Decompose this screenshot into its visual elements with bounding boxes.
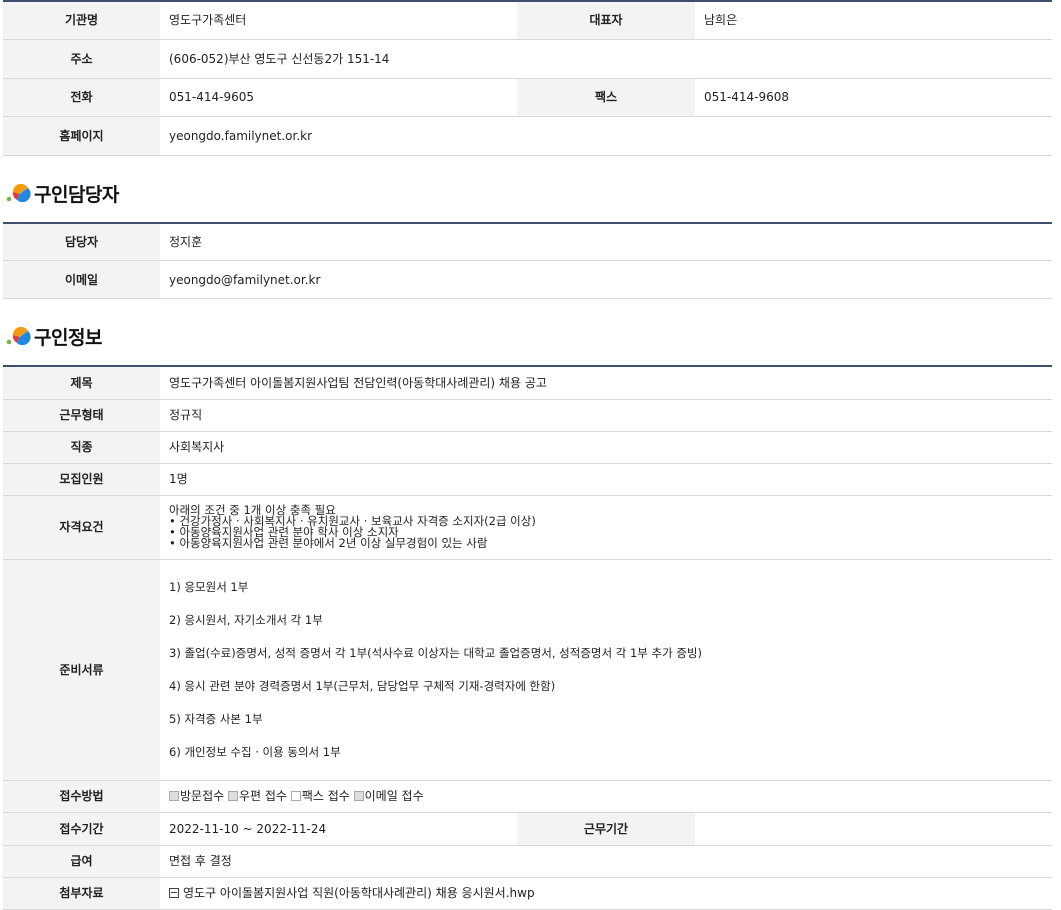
org-name-value: 영도구가족센터 xyxy=(160,1,517,40)
apply-period-value: 2022-11-10 ~ 2022-11-24 xyxy=(160,812,517,846)
email-value: yeongdo@familynet.or.kr xyxy=(160,260,1052,299)
phone-value: 051-414-9605 xyxy=(160,78,517,117)
documents-line: 5) 자격증 사본 1부 xyxy=(169,711,263,726)
documents-line: 6) 개인정보 수집 · 이용 동의서 1부 xyxy=(169,744,341,759)
documents-line: 4) 응시 관련 분야 경력증명서 1부(근무처, 담당업무 구체적 기재-경력… xyxy=(169,678,556,693)
documents-line: 2) 응시원서, 자기소개서 각 1부 xyxy=(169,612,323,627)
contact-table: 담당자 정지훈 이메일 yeongdo@familynet.or.kr xyxy=(3,221,1052,299)
section-contact: 구인담당자 xyxy=(0,156,1061,222)
recruit-count-label: 모집인원 xyxy=(3,463,160,496)
subject-label: 제목 xyxy=(3,366,160,400)
work-type-value: 정규직 xyxy=(160,399,1052,432)
work-period-label: 근무기간 xyxy=(517,812,695,846)
checkbox-checked-icon xyxy=(353,790,364,801)
recruit-count-value: 1명 xyxy=(160,463,1052,496)
qualification-line: • 아동양육지원사업 관련 분야에서 2년 이상 실무경험이 있는 사람 xyxy=(169,536,488,550)
org-name-label: 기관명 xyxy=(3,1,160,40)
documents-line: 1) 응모원서 1부 xyxy=(169,579,249,594)
work-type-label: 근무형태 xyxy=(3,399,160,432)
section-bullet-icon xyxy=(6,326,31,345)
rep-value: 남희은 xyxy=(695,1,1052,40)
qualification-value: 아래의 조건 중 1개 이상 충족 필요 • 건강가정사 · 사회복지사 · 유… xyxy=(160,495,1052,560)
work-period-value xyxy=(695,812,1052,846)
method-mail: 우편 접수 xyxy=(228,789,287,803)
fax-value: 051-414-9608 xyxy=(695,78,1052,117)
rep-label: 대표자 xyxy=(517,1,695,40)
addr-value: (606-052)부산 영도구 신선동2가 151-14 xyxy=(160,39,1052,79)
documents-line: 3) 졸업(수료)증명서, 성적 증명서 각 1부(석사수료 이상자는 대학교 … xyxy=(169,645,702,660)
apply-method-label: 접수방법 xyxy=(3,780,160,813)
qualification-label: 자격요건 xyxy=(3,495,160,560)
method-visit: 방문접수 xyxy=(169,789,224,803)
method-email: 이메일 접수 xyxy=(353,789,424,803)
section-bullet-icon xyxy=(6,183,31,202)
attachment-value: 영도구 아이돌봄지원사업 직원(아동학대사례관리) 채용 응시원서.hwp xyxy=(160,877,1052,910)
checkbox-empty-icon xyxy=(290,790,301,801)
documents-value: 1) 응모원서 1부 2) 응시원서, 자기소개서 각 1부 3) 졸업(수료)… xyxy=(160,559,1052,781)
salary-label: 급여 xyxy=(3,845,160,878)
addr-label: 주소 xyxy=(3,39,160,79)
apply-period-label: 접수기간 xyxy=(3,812,160,846)
file-icon xyxy=(169,887,179,898)
job-section-title: 구인정보 xyxy=(34,327,102,349)
subject-value: 영도구가족센터 아이돌봄지원사업팀 전담인력(아동학대사례관리) 채용 공고 xyxy=(160,366,1052,400)
contact-person-label: 담당자 xyxy=(3,222,160,261)
job-table: 제목 영도구가족센터 아이돌봄지원사업팀 전담인력(아동학대사례관리) 채용 공… xyxy=(3,365,1052,910)
category-label: 직종 xyxy=(3,431,160,464)
email-label: 이메일 xyxy=(3,260,160,299)
fax-label: 팩스 xyxy=(517,78,695,117)
documents-label: 준비서류 xyxy=(3,559,160,781)
phone-label: 전화 xyxy=(3,78,160,117)
attachment-link[interactable]: 영도구 아이돌봄지원사업 직원(아동학대사례관리) 채용 응시원서.hwp xyxy=(183,886,535,900)
homepage-value: yeongdo.familynet.or.kr xyxy=(160,116,1052,156)
salary-value: 면접 후 결정 xyxy=(160,845,1052,878)
checkbox-checked-icon xyxy=(169,790,179,801)
homepage-label: 홈페이지 xyxy=(3,116,160,156)
contact-person-value: 정지훈 xyxy=(160,222,1052,261)
method-fax: 팩스 접수 xyxy=(290,789,350,803)
contact-section-title: 구인담당자 xyxy=(34,183,119,206)
category-value: 사회복지사 xyxy=(160,431,1052,464)
section-job: 구인정보 xyxy=(0,299,1061,365)
checkbox-checked-icon xyxy=(228,790,238,801)
apply-method-value: 방문접수 우편 접수 팩스 접수 이메일 접수 xyxy=(160,780,1052,813)
attachment-label: 첨부자료 xyxy=(3,877,160,910)
org-info-table: 기관명 영도구가족센터 대표자 남희은 주소 (606-052)부산 영도구 신… xyxy=(3,0,1052,156)
